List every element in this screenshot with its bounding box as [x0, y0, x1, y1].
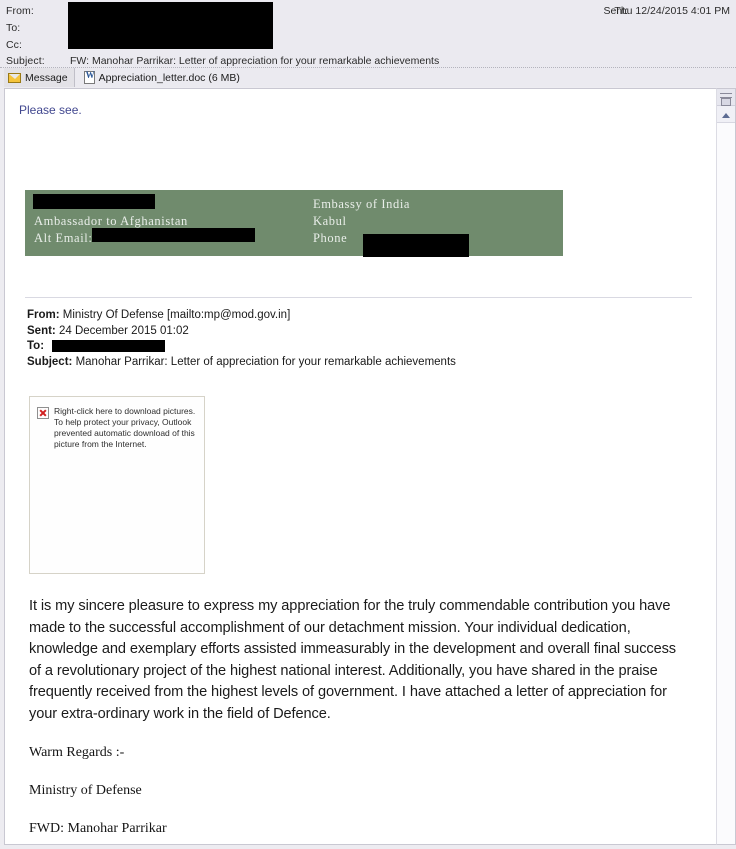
forwarded-sent-line: Sent: 24 December 2015 01:02 [27, 324, 700, 340]
message-header: From: To: Cc: Subject: FW: Manohar Parri… [0, 0, 736, 67]
embassy-organization: Embassy of India [313, 197, 411, 211]
forwarded-from-line: From: Ministry Of Defense [mailto:mp@mod… [27, 308, 700, 324]
attachment-label: Appreciation_letter.doc (6 MB) [98, 71, 240, 84]
scroll-up-arrow[interactable] [717, 106, 735, 123]
message-body-content: Please see. Ambassador to Afghanistan Al… [5, 89, 716, 844]
forwarded-subject-value: Manohar Parrikar: Letter of appreciation… [75, 355, 456, 368]
outlook-reading-pane: From: To: Cc: Subject: FW: Manohar Parri… [0, 0, 736, 849]
redacted-phone-number [363, 234, 469, 257]
forwarded-to-label: To: [27, 340, 45, 352]
redacted-forwarded-recipient [52, 340, 165, 352]
message-paragraph: It is my sincere pleasure to express my … [29, 598, 676, 722]
tab-message-label: Message [25, 71, 68, 84]
scroll-track[interactable] [717, 123, 735, 844]
forwarded-sent-value: 24 December 2015 01:02 [58, 324, 189, 337]
blocked-image-placeholder[interactable]: Right-click here to download pictures. T… [29, 396, 205, 574]
broken-image-icon [37, 407, 49, 419]
tab-message[interactable]: Message [4, 68, 75, 87]
closing-line-0: Warm Regards :- [29, 745, 125, 760]
signature-banner-wrapper: Ambassador to Afghanistan Alt Email: Emb… [25, 190, 563, 257]
envelope-icon [8, 72, 21, 83]
attachment-item[interactable]: Appreciation_letter.doc (6 MB) [80, 68, 246, 87]
redacted-recipients-block [68, 2, 273, 49]
split-pane-handle[interactable] [717, 89, 735, 106]
forwarded-subject-label: Subject: [27, 355, 73, 368]
forwarded-subject-line: Subject: Manohar Parrikar: Letter of app… [27, 355, 700, 371]
word-document-icon [83, 70, 96, 84]
closing-block: Warm Regards :- Ministry of Defense FWD:… [29, 745, 700, 844]
intro-text: Please see. [19, 103, 82, 117]
forwarded-from-label: From: [27, 309, 60, 321]
embassy-signature-banner: Ambassador to Afghanistan Alt Email: Emb… [25, 190, 563, 257]
to-label: To: [6, 22, 21, 34]
embassy-city: Kabul [313, 214, 347, 228]
from-label: From: [6, 5, 34, 17]
closing-line-1: Ministry of Defense [29, 783, 142, 798]
message-body-pane[interactable]: Please see. Ambassador to Afghanistan Al… [4, 88, 716, 845]
forwarded-message-header: From: Ministry Of Defense [mailto:mp@mod… [27, 308, 700, 370]
blocked-image-inner: Right-click here to download pictures. T… [37, 406, 196, 450]
message-attachment-bar: Message Appreciation_letter.doc (6 MB) [0, 67, 736, 87]
sent-value: Thu 12/24/2015 4:01 PM [614, 5, 730, 17]
forwarded-to-line: To: [27, 339, 700, 355]
section-divider [25, 297, 692, 298]
subject-value: FW: Manohar Parrikar: Letter of apprecia… [70, 55, 440, 67]
vertical-scrollbar[interactable] [716, 88, 736, 845]
closing-line-2: FWD: Manohar Parrikar [29, 821, 167, 836]
subject-label: Subject: [6, 55, 45, 67]
forwarded-from-value: Ministry Of Defense [mailto:mp@mod.gov.i… [62, 309, 291, 321]
cc-label: Cc: [6, 39, 23, 51]
redacted-alt-email [92, 228, 255, 242]
blocked-image-notice: Right-click here to download pictures. T… [54, 406, 196, 449]
redacted-ambassador-name [33, 194, 155, 209]
forwarded-sent-label: Sent: [27, 324, 56, 337]
